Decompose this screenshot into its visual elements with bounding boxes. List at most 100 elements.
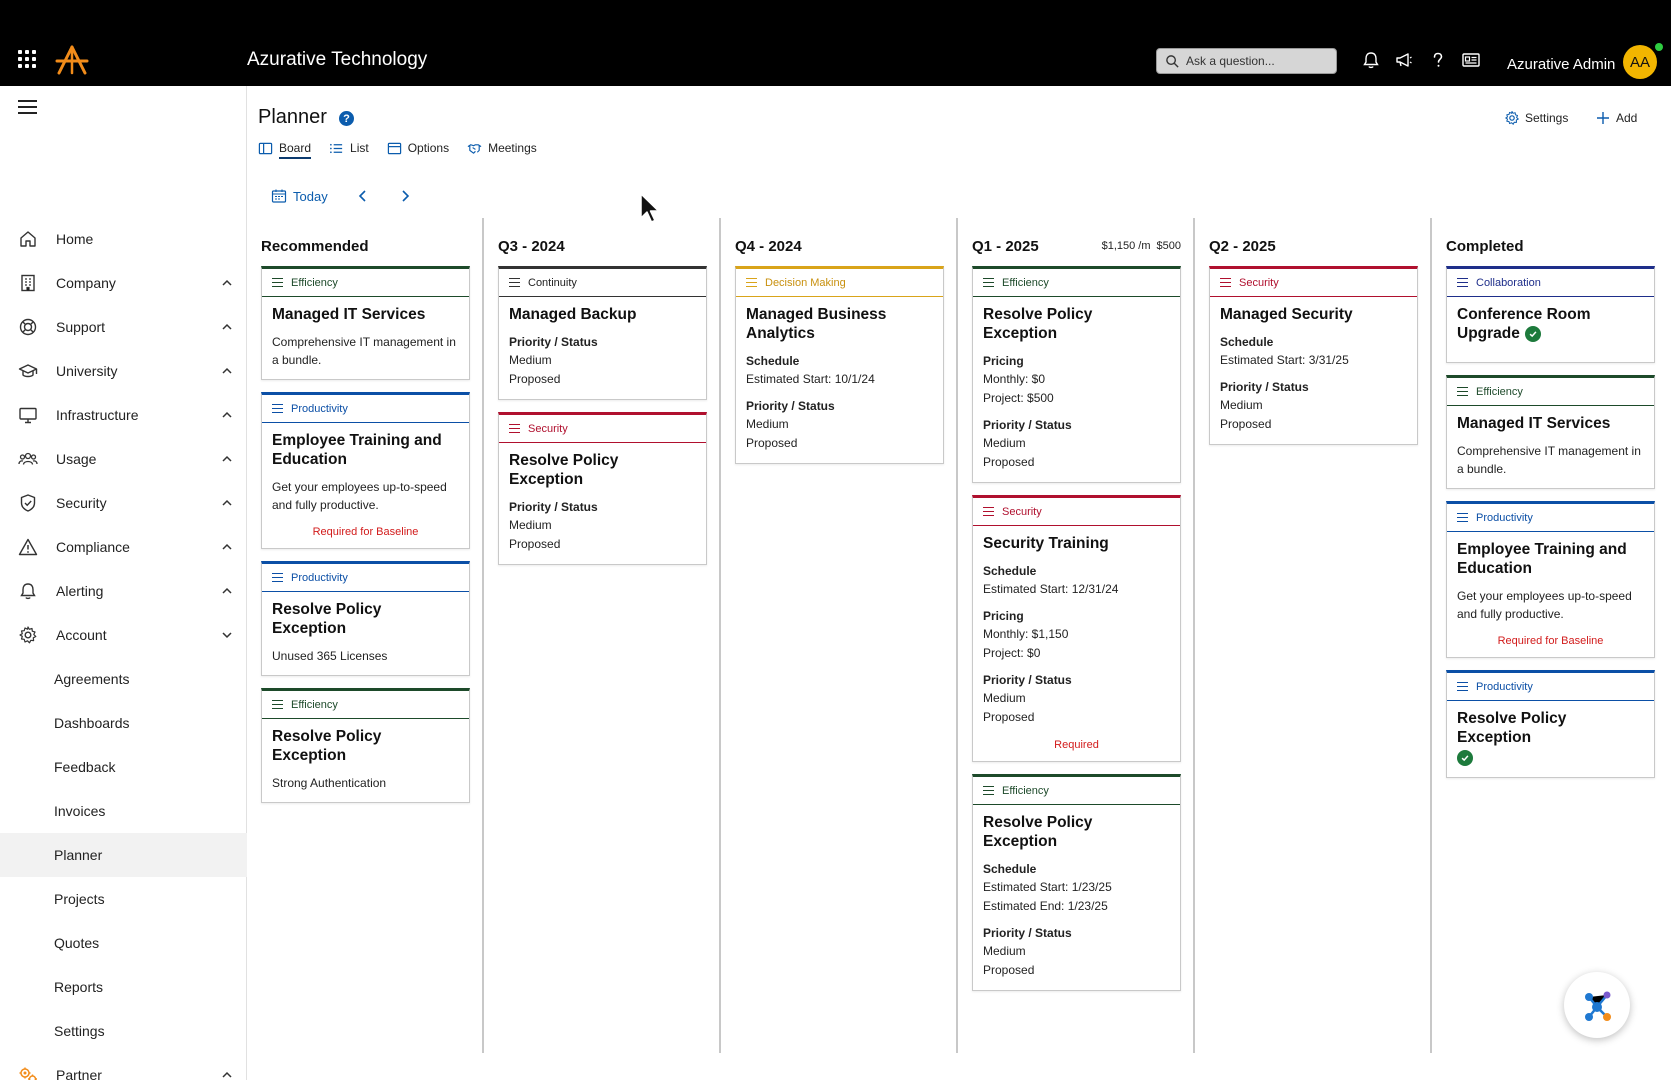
sidebar-item-company[interactable]: Company [0, 261, 247, 305]
chevron-up-icon[interactable] [221, 277, 233, 289]
user-name[interactable]: Azurative Admin [1507, 56, 1615, 73]
bell-icon [18, 581, 38, 601]
column-q3-2024: Q3 - 2024 Continuity Managed Backup Prio… [498, 218, 707, 577]
chevron-up-icon[interactable] [221, 1069, 233, 1080]
chevron-up-icon[interactable] [221, 453, 233, 465]
menu-lines-icon [272, 403, 283, 414]
card-conference-room-upgrade[interactable]: Collaboration Conference Room Upgrade [1446, 266, 1655, 363]
chevron-up-icon[interactable] [221, 365, 233, 377]
list-icon [330, 143, 343, 153]
brand-logo-icon[interactable] [55, 45, 89, 75]
card-title: Resolve Policy Exception [509, 452, 619, 488]
sidebar-sub-invoices[interactable]: Invoices [0, 789, 247, 833]
app-launcher-icon[interactable] [18, 50, 36, 68]
sidebar-sub-feedback[interactable]: Feedback [0, 745, 247, 789]
megaphone-icon[interactable] [1394, 50, 1414, 70]
card-security-training[interactable]: Security Security Training Schedule Esti… [972, 495, 1181, 762]
card-managed-backup[interactable]: Continuity Managed Backup Priority / Sta… [498, 266, 707, 400]
chevron-up-icon[interactable] [221, 497, 233, 509]
online-status-dot [1655, 43, 1663, 51]
sidebar-item-compliance[interactable]: Compliance [0, 525, 247, 569]
today-button[interactable]: Today [271, 188, 328, 204]
sidebar-item-security[interactable]: Security [0, 481, 247, 525]
next-arrow-icon[interactable] [398, 189, 412, 203]
chevron-up-icon[interactable] [221, 321, 233, 333]
card-resolve-policy-licenses[interactable]: Productivity Resolve Policy Exception Un… [261, 561, 470, 676]
card-managed-it-services-completed[interactable]: Efficiency Managed IT Services Comprehen… [1446, 375, 1655, 489]
menu-lines-icon [272, 277, 283, 288]
chevron-up-icon[interactable] [221, 409, 233, 421]
chevron-up-icon[interactable] [221, 585, 233, 597]
sidebar-sub-projects[interactable]: Projects [0, 877, 247, 921]
assistant-bot-button[interactable] [1564, 972, 1630, 1038]
notifications-bell-icon[interactable] [1361, 50, 1381, 70]
card-resolve-policy-completed[interactable]: Productivity Resolve Policy Exception [1446, 670, 1655, 778]
menu-lines-icon [983, 506, 994, 517]
card-resolve-policy-security[interactable]: Security Resolve Policy Exception Priori… [498, 412, 707, 565]
card-title: Managed IT Services [272, 306, 426, 323]
previous-arrow-icon[interactable] [356, 189, 370, 203]
menu-lines-icon [1220, 277, 1231, 288]
add-button[interactable]: Add [1595, 110, 1637, 126]
card-employee-training-completed[interactable]: Productivity Employee Training and Educa… [1446, 501, 1655, 658]
card-managed-it-services[interactable]: Efficiency Managed IT Services Comprehen… [261, 266, 470, 380]
card-title: Resolve Policy Exception [272, 728, 382, 764]
chevron-down-icon[interactable] [221, 629, 233, 641]
card-description: Get your employees up-to-speed and fully… [272, 480, 447, 512]
chevron-up-icon[interactable] [221, 541, 233, 553]
sidebar: Home Company Support University Infrastr… [0, 86, 247, 1080]
menu-lines-icon [1457, 512, 1468, 523]
sidebar-item-account[interactable]: Account [0, 613, 247, 657]
column-divider [482, 218, 484, 1053]
sidebar-item-home[interactable]: Home [0, 217, 247, 261]
building-icon [18, 273, 38, 293]
planner-main: Planner ? Board List Options Meetings Se… [247, 86, 1671, 1080]
card-managed-security[interactable]: Security Managed Security Schedule Estim… [1209, 266, 1418, 445]
gear-icon [18, 625, 38, 645]
sidebar-sub-planner[interactable]: Planner [0, 833, 247, 877]
sidebar-sub-reports[interactable]: Reports [0, 965, 247, 1009]
column-q2-2025: Q2 - 2025 Security Managed Security Sche… [1209, 218, 1418, 457]
card-title: Employee Training and Education [272, 432, 442, 468]
menu-lines-icon [983, 277, 994, 288]
card-description: Comprehensive IT management in a bundle. [272, 335, 456, 367]
sidebar-item-infrastructure[interactable]: Infrastructure [0, 393, 247, 437]
settings-button[interactable]: Settings [1504, 110, 1568, 126]
card-managed-business-analytics[interactable]: Decision Making Managed Business Analyti… [735, 266, 944, 464]
sidebar-item-university[interactable]: University [0, 349, 247, 393]
tab-options[interactable]: Options [387, 138, 449, 158]
menu-toggle-icon[interactable] [18, 100, 37, 114]
plus-icon [1597, 112, 1609, 124]
mouse-cursor-icon [640, 193, 660, 223]
tab-board[interactable]: Board [258, 138, 312, 159]
card-resolve-policy-pricing[interactable]: Efficiency Resolve Policy Exception Pric… [972, 266, 1181, 483]
sidebar-item-alerting[interactable]: Alerting [0, 569, 247, 613]
news-card-icon[interactable] [1461, 50, 1481, 70]
user-avatar[interactable]: AA [1623, 45, 1657, 79]
card-employee-training[interactable]: Productivity Employee Training and Educa… [261, 392, 470, 549]
tab-meetings[interactable]: Meetings [467, 138, 537, 158]
card-title: Resolve Policy Exception [272, 601, 382, 637]
menu-lines-icon [746, 277, 757, 288]
sidebar-sub-agreements[interactable]: Agreements [0, 657, 247, 701]
sidebar-item-usage[interactable]: Usage [0, 437, 247, 481]
column-divider [719, 218, 721, 1053]
card-resolve-policy-auth[interactable]: Efficiency Resolve Policy Exception Stro… [261, 688, 470, 803]
ask-question-input[interactable] [1186, 54, 1326, 68]
menu-lines-icon [1457, 277, 1468, 288]
sidebar-item-partner[interactable]: Partner [0, 1053, 247, 1080]
sidebar-item-support[interactable]: Support [0, 305, 247, 349]
sidebar-sub-dashboards[interactable]: Dashboards [0, 701, 247, 745]
column-q4-2024: Q4 - 2024 Decision Making Managed Busine… [735, 218, 944, 476]
ask-question-search[interactable] [1156, 48, 1337, 74]
help-question-icon[interactable] [1428, 50, 1448, 70]
sidebar-sub-settings[interactable]: Settings [0, 1009, 247, 1053]
sidebar-sub-quotes[interactable]: Quotes [0, 921, 247, 965]
help-circle-icon[interactable]: ? [339, 111, 354, 126]
column-header: Completed [1446, 237, 1524, 255]
card-resolve-policy-schedule[interactable]: Efficiency Resolve Policy Exception Sche… [972, 774, 1181, 991]
required-label: Required for Baseline [1497, 635, 1604, 647]
tab-list[interactable]: List [329, 138, 369, 158]
column-divider [1430, 218, 1432, 1053]
shield-icon [18, 493, 38, 513]
